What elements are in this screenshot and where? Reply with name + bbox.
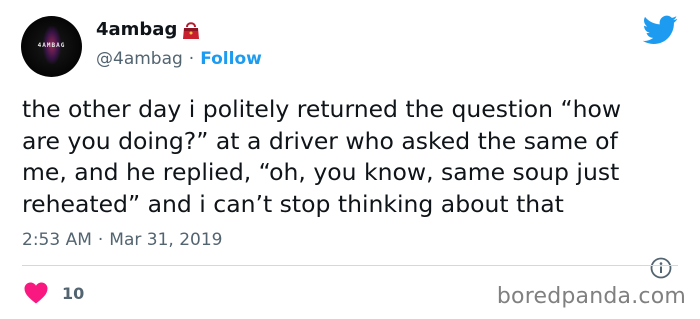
follow-button[interactable]: Follow [200, 49, 262, 69]
like-action[interactable]: 10 [24, 282, 84, 304]
avatar-text: 4AMBAG [37, 42, 66, 49]
tweet-timestamp[interactable]: 2:53 AM · Mar 31, 2019 [22, 230, 222, 250]
tweet-time: 2:53 AM [22, 230, 92, 250]
tweet-card: 4AMBAG 4ambag @4ambag · Follow the other… [0, 0, 700, 319]
name-row: 4ambag [96, 19, 201, 40]
meta-separator: · [97, 230, 104, 250]
avatar[interactable]: 4AMBAG [21, 16, 82, 77]
tweet-text: the other day i politely returned the qu… [22, 95, 622, 218]
watermark: boredpanda.com [496, 284, 686, 309]
handle-separator: · [188, 49, 195, 69]
display-name[interactable]: 4ambag [96, 19, 177, 40]
twitter-bird-icon[interactable] [643, 15, 678, 45]
like-count: 10 [62, 283, 85, 303]
user-handle[interactable]: @4ambag [96, 49, 183, 69]
info-icon[interactable] [650, 257, 672, 279]
divider [22, 265, 678, 266]
heart-icon[interactable] [24, 282, 48, 304]
handbag-emoji-icon [183, 21, 200, 39]
tweet-date: Mar 31, 2019 [109, 230, 223, 250]
handle-row: @4ambag · Follow [96, 49, 262, 69]
